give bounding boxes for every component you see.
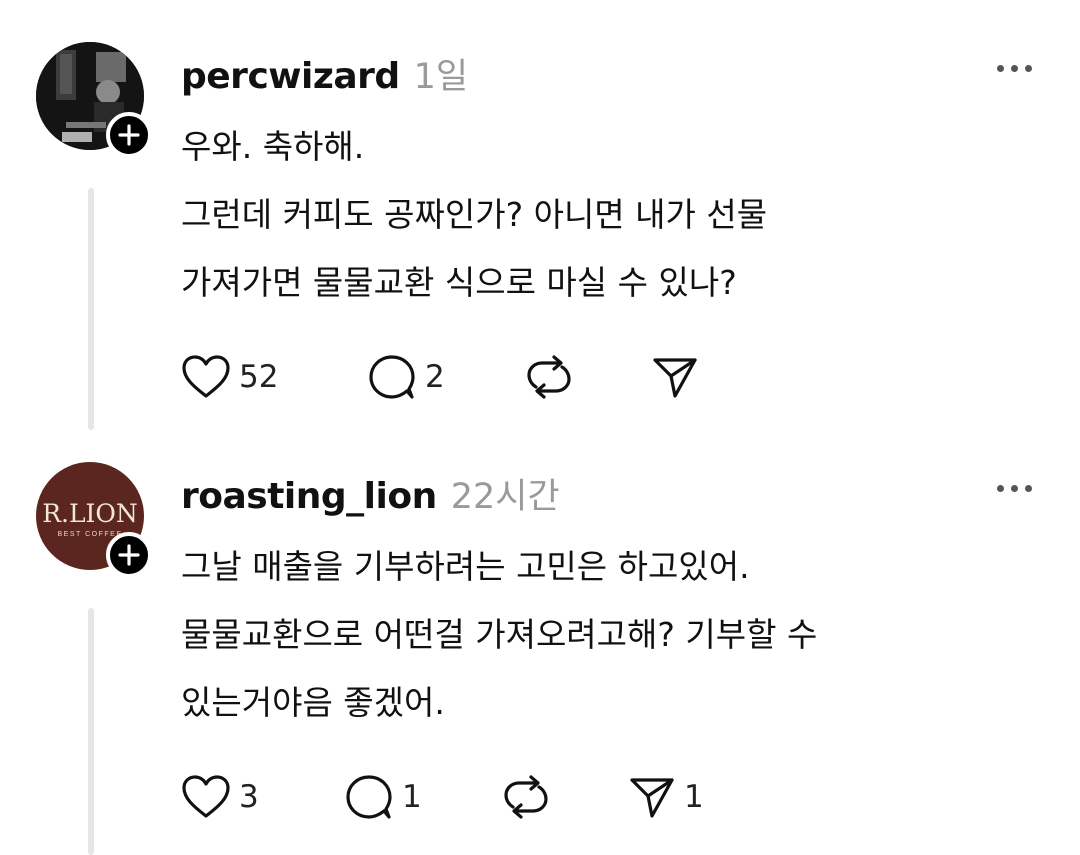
- more-dots-icon[interactable]: [997, 485, 1032, 492]
- like-button[interactable]: 3: [181, 772, 259, 822]
- like-count: 52: [239, 359, 279, 395]
- comment-bubble-icon: [369, 355, 415, 399]
- username[interactable]: roasting_lion: [181, 476, 437, 517]
- comment-line: 있는거야음 좋겠어.: [181, 683, 445, 722]
- comment-item: percwizard 1일 우와. 축하해. 그런데 커피도 공짜인가? 아니면…: [0, 0, 1080, 440]
- follow-button[interactable]: [106, 532, 152, 578]
- reply-button[interactable]: 2: [367, 352, 445, 402]
- thread-line: [88, 608, 94, 855]
- comment-item: R.LION BEST COFFEE roasting_lion 22시간 그날…: [0, 420, 1080, 855]
- comment-bubble-icon: [346, 775, 392, 819]
- reply-count: 1: [402, 779, 422, 815]
- thread-line: [88, 188, 94, 430]
- avatar-logo-sub: BEST COFFEE: [57, 530, 123, 538]
- heart-icon: [182, 775, 230, 818]
- comment-header: roasting_lion 22시간: [181, 468, 560, 519]
- send-icon: [653, 358, 697, 398]
- repost-button[interactable]: [501, 772, 559, 822]
- username[interactable]: percwizard: [181, 56, 400, 97]
- comment-line: 가져가면 물물교환 식으로 마실 수 있나?: [181, 263, 737, 302]
- comment-text: 그날 매출을 기부하려는 고민은 하고있어. 물물교환으로 어떤걸 가져오려고해…: [181, 538, 1041, 731]
- avatar-logo: R.LION: [42, 498, 138, 528]
- comment-line: 그날 매출을 기부하려는 고민은 하고있어.: [181, 547, 750, 586]
- comment-line: 우와. 축하해.: [181, 127, 365, 166]
- heart-icon: [182, 355, 230, 398]
- like-count: 3: [239, 779, 259, 815]
- follow-button[interactable]: [106, 112, 152, 158]
- send-icon: [630, 778, 674, 818]
- share-count: 1: [684, 779, 704, 815]
- plus-icon: [118, 544, 140, 566]
- comment-line: 물물교환으로 어떤걸 가져오려고해? 기부할 수: [181, 615, 818, 654]
- comment-line: 그런데 커피도 공짜인가? 아니면 내가 선물: [181, 195, 768, 234]
- like-button[interactable]: 52: [181, 352, 278, 402]
- plus-icon: [118, 124, 140, 146]
- reply-button[interactable]: 1: [344, 772, 422, 822]
- repost-button[interactable]: [524, 352, 582, 402]
- share-button[interactable]: 1: [628, 772, 704, 822]
- timestamp: 22시간: [450, 477, 560, 517]
- share-button[interactable]: [651, 352, 707, 402]
- repost-icon: [527, 355, 571, 399]
- comment-header: percwizard 1일: [181, 48, 468, 99]
- repost-icon: [504, 775, 548, 819]
- reply-count: 2: [425, 359, 445, 395]
- timestamp: 1일: [413, 57, 469, 97]
- more-dots-icon[interactable]: [997, 65, 1032, 72]
- comment-text: 우와. 축하해. 그런데 커피도 공짜인가? 아니면 내가 선물 가져가면 물물…: [181, 118, 1041, 311]
